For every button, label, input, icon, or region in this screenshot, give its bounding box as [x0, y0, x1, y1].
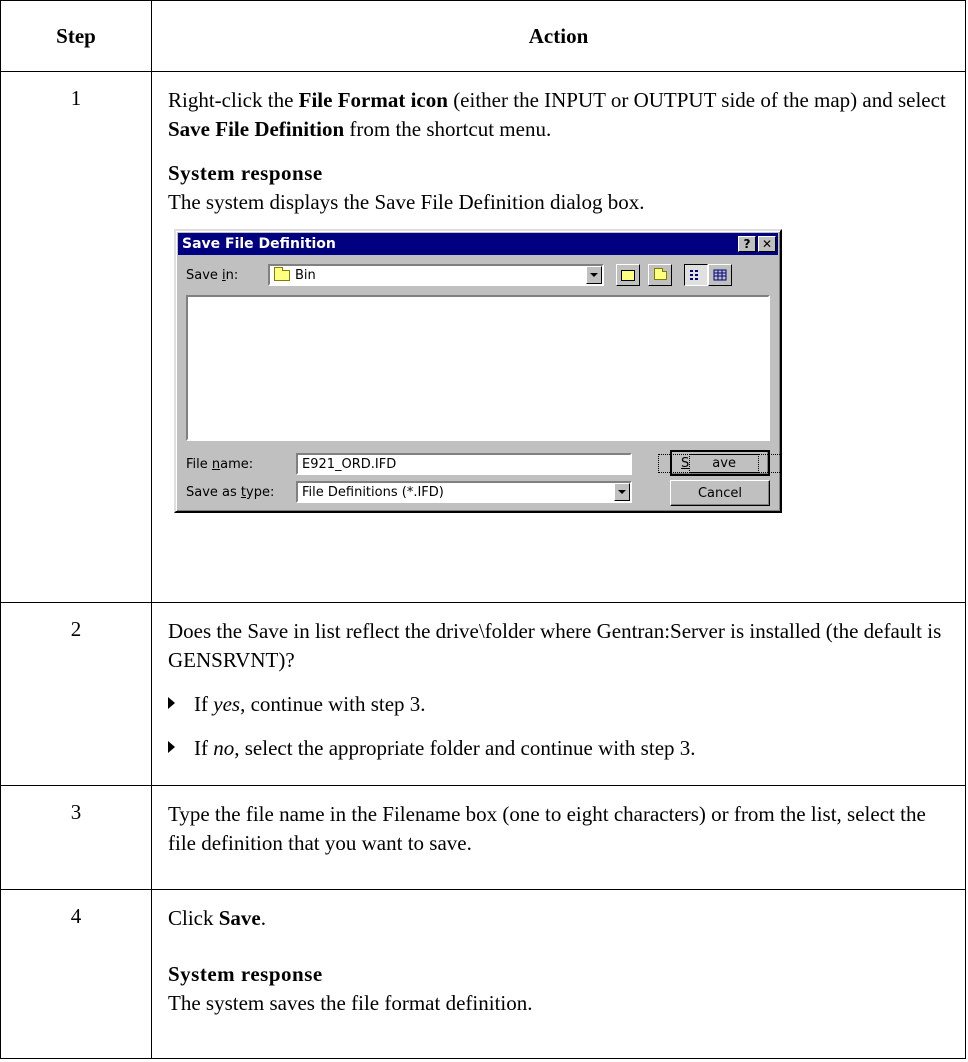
step-column-header: Step [0, 0, 152, 72]
dialog-titlebar: Save File Definition ? ✕ [178, 233, 778, 255]
step-number-cell: 1 [0, 71, 152, 603]
file-name-input[interactable]: E921_ORD.IFD [296, 453, 632, 475]
action-cell: Does the Save in list reflect the drive\… [151, 602, 966, 786]
save-in-row: Save in: Bin [186, 263, 766, 287]
file-name-label: File name: [186, 456, 254, 472]
option-list: If yes, continue with step 3. If no, sel… [168, 690, 947, 763]
help-button[interactable]: ? [738, 236, 756, 252]
new-folder-icon[interactable] [648, 264, 672, 286]
action-column-header: Action [151, 0, 966, 72]
dialog-title: Save File Definition [182, 236, 336, 252]
file-list[interactable] [186, 295, 770, 441]
instruction-text: Right-click the File Format icon (either… [168, 88, 946, 141]
system-response-heading: System response [168, 161, 323, 185]
step-number: 2 [70, 617, 82, 641]
instruction-text: Does the Save in list reflect the drive\… [168, 619, 942, 672]
save-in-label: Save in: [186, 267, 239, 283]
bullet-icon [168, 697, 175, 709]
cancel-button[interactable]: Cancel [670, 480, 770, 506]
save-file-definition-dialog: Save File Definition ? ✕ Save in: Bin Fi… [174, 229, 782, 513]
list-view-icon[interactable] [684, 264, 708, 286]
details-view-icon[interactable] [708, 264, 732, 286]
save-as-type-dropdown[interactable]: File Definitions (*.IFD) [296, 481, 632, 503]
close-button[interactable]: ✕ [758, 236, 776, 252]
procedure-table: Step Action 1 Right-click the File Forma… [0, 0, 966, 1059]
instruction-text: Type the file name in the Filename box (… [168, 802, 926, 855]
step-row-1: 1 Right-click the File Format icon (eith… [0, 71, 966, 603]
step-number: 3 [70, 800, 82, 824]
header-row: Step Action [0, 0, 966, 72]
list-item: If no, select the appropriate folder and… [168, 734, 947, 763]
step-number-cell: 3 [0, 785, 152, 890]
step-row-2: 2 Does the Save in list reflect the driv… [0, 602, 966, 786]
step-number: 1 [70, 86, 82, 110]
folder-icon [274, 266, 290, 281]
action-cell: Type the file name in the Filename box (… [151, 785, 966, 890]
action-cell: Click Save. System response The system s… [151, 889, 966, 1059]
system-response-heading: System response [168, 962, 323, 986]
save-button[interactable]: Save [658, 450, 782, 476]
step-row-4: 4 Click Save. System response The system… [0, 889, 966, 1059]
step-number-cell: 4 [0, 889, 152, 1059]
up-one-level-icon[interactable] [616, 264, 640, 286]
step-number: 4 [70, 904, 82, 928]
system-response-text: The system displays the Save File Defini… [168, 190, 645, 214]
system-response-text: The system saves the file format definit… [168, 991, 533, 1015]
save-as-type-label: Save as type: [186, 484, 275, 500]
step-number-cell: 2 [0, 602, 152, 786]
instruction-text: Click Save. [168, 906, 266, 930]
action-cell: Right-click the File Format icon (either… [151, 71, 966, 603]
chevron-down-icon[interactable] [586, 266, 602, 284]
chevron-down-icon[interactable] [614, 483, 630, 501]
save-as-type-value: File Definitions (*.IFD) [302, 484, 444, 500]
step-row-3: 3 Type the file name in the Filename box… [0, 785, 966, 890]
list-item: If yes, continue with step 3. [168, 690, 947, 719]
save-in-value: Bin [295, 267, 316, 283]
save-in-dropdown[interactable]: Bin [268, 264, 604, 286]
bullet-icon [168, 741, 175, 753]
